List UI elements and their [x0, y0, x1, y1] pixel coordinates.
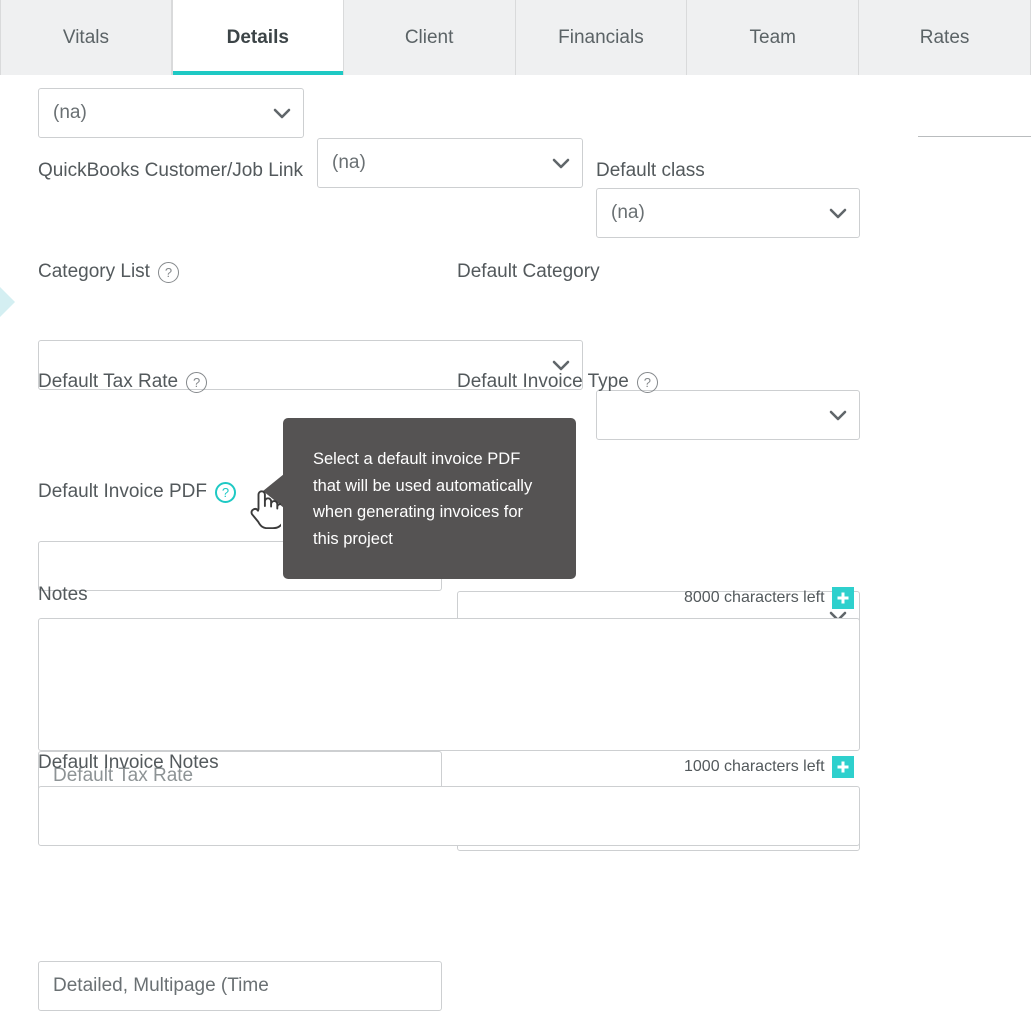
label-text: Default Category — [457, 261, 600, 282]
tab-label: Financials — [558, 26, 644, 48]
help-circle-icon[interactable]: ? — [186, 371, 208, 393]
default-invoice-notes-character-counter: 1000 characters left — [684, 756, 854, 778]
chevron-down-icon — [552, 158, 570, 169]
notes-counter-text: 8000 characters left — [684, 589, 825, 606]
notes-character-counter: 8000 characters left — [684, 587, 854, 609]
label-text: Default Invoice Type — [457, 371, 629, 392]
help-circle-icon[interactable]: ? — [214, 481, 236, 503]
tab-details[interactable]: Details — [171, 0, 344, 75]
default-invoice-pdf-select[interactable]: Detailed, Multipage (Time — [38, 961, 442, 1011]
tab-label: Details — [226, 26, 289, 48]
tooltip-default-invoice-pdf: Select a default invoice PDF that will b… — [263, 418, 576, 579]
tab-vitals[interactable]: Vitals — [0, 0, 172, 75]
tab-team[interactable]: Team — [687, 0, 860, 75]
notes-label: Notes — [38, 584, 88, 606]
na-select-1[interactable]: (na) — [38, 88, 304, 138]
tab-label: Team — [749, 26, 796, 48]
top-right-divider — [918, 136, 1031, 137]
default-invoice-pdf-value: Detailed, Multipage (Time — [53, 975, 269, 996]
tab-label: Rates — [919, 26, 970, 48]
na-select-3[interactable]: (na) — [596, 188, 860, 238]
quickbooks-link-label: QuickBooks Customer/Job Link — [38, 160, 303, 182]
tab-label: Client — [404, 26, 454, 48]
na-select-2-value: (na) — [332, 152, 366, 173]
na-select-2[interactable]: (na) — [317, 138, 583, 188]
default-invoice-notes-textarea[interactable] — [38, 786, 860, 846]
chevron-down-icon — [829, 410, 847, 421]
plus-icon[interactable] — [831, 587, 854, 609]
label-text: Default Invoice Notes — [38, 752, 219, 773]
category-list-label: Category List ? — [38, 261, 179, 283]
default-invoice-notes-label: Default Invoice Notes — [38, 752, 219, 774]
default-invoice-type-label: Default Invoice Type ? — [457, 371, 658, 393]
help-circle-icon[interactable]: ? — [636, 371, 658, 393]
label-text: Default class — [596, 160, 705, 181]
default-category-label: Default Category — [457, 261, 600, 283]
tab-financials[interactable]: Financials — [515, 0, 688, 75]
default-class-label: Default class — [596, 160, 705, 182]
chevron-down-icon — [552, 360, 570, 371]
default-tax-rate-label: Default Tax Rate ? — [38, 371, 208, 393]
label-text: Notes — [38, 584, 88, 605]
tooltip-text: Select a default invoice PDF that will b… — [313, 450, 533, 549]
label-text: Category List — [38, 261, 150, 282]
label-text: Default Tax Rate — [38, 371, 179, 392]
tab-label: Vitals — [62, 26, 109, 48]
default-invoice-notes-counter-text: 1000 characters left — [684, 758, 825, 775]
tab-client[interactable]: Client — [343, 0, 516, 75]
help-circle-icon[interactable]: ? — [157, 261, 179, 283]
plus-icon[interactable] — [831, 756, 854, 778]
notes-textarea[interactable] — [38, 618, 860, 751]
label-text: Default Invoice PDF — [38, 481, 207, 502]
chevron-down-icon — [273, 108, 291, 119]
tab-bar: Vitals Details Client Financials Team Ra… — [0, 0, 1031, 75]
default-class-select[interactable] — [596, 390, 860, 440]
label-text: QuickBooks Customer/Job Link — [38, 160, 304, 181]
na-select-1-value: (na) — [53, 102, 87, 123]
default-invoice-pdf-label: Default Invoice PDF ? — [38, 481, 236, 503]
chevron-down-icon — [829, 208, 847, 219]
tab-rates[interactable]: Rates — [859, 0, 1031, 75]
na-select-3-value: (na) — [611, 202, 645, 223]
